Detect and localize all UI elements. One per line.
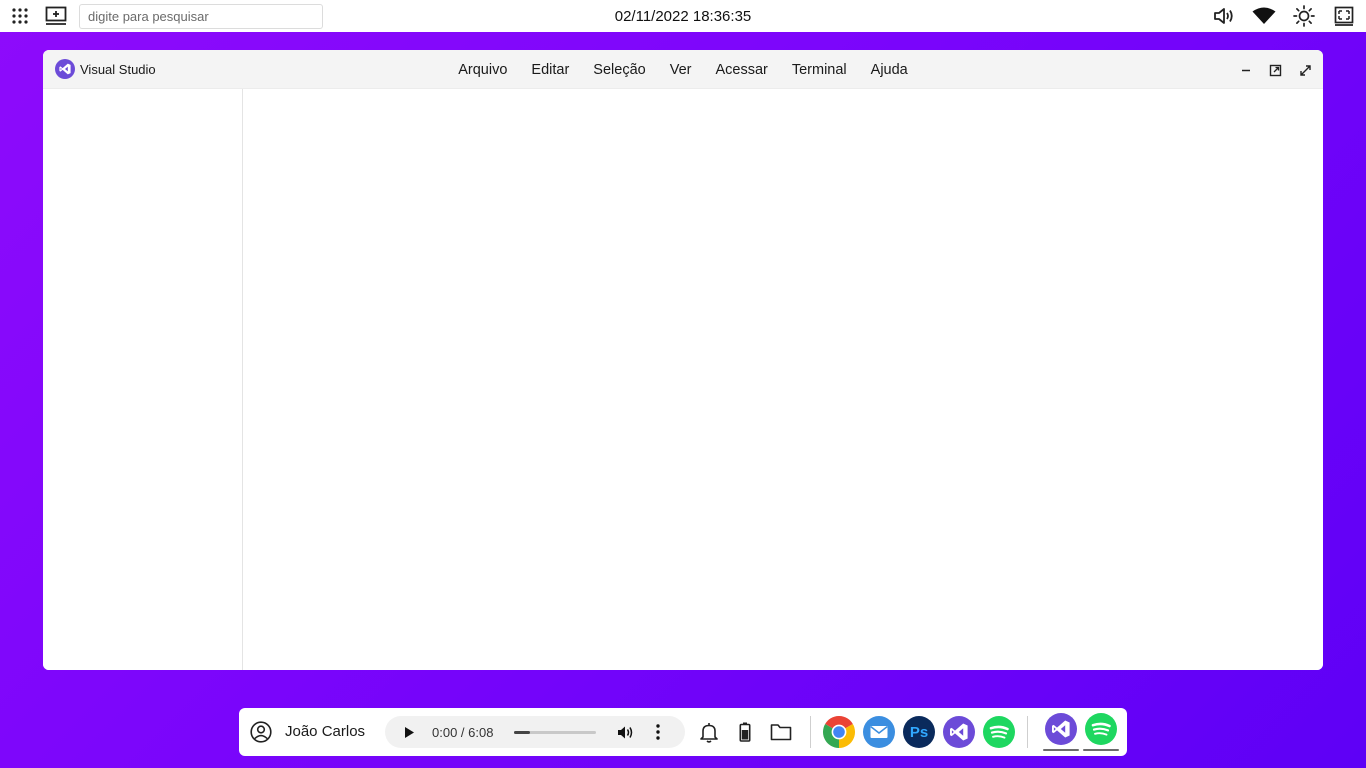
player-volume-icon[interactable]	[616, 723, 634, 741]
top-bar: 02/11/2022 18:36:35	[0, 0, 1366, 32]
progress-slider[interactable]	[514, 731, 596, 734]
menu-item-acessar[interactable]: Acessar	[703, 58, 779, 82]
folder-icon[interactable]	[769, 721, 793, 743]
minimize-icon[interactable]	[1237, 61, 1255, 79]
editor-area[interactable]	[244, 89, 1323, 670]
app-window: Visual Studio Arquivo Editar Seleção Ver…	[43, 50, 1323, 670]
visual-studio-dock-icon[interactable]	[943, 716, 975, 748]
user-icon[interactable]	[249, 720, 273, 744]
explorer-sidebar[interactable]	[43, 89, 243, 670]
running-indicator	[1083, 749, 1119, 751]
battery-icon[interactable]	[734, 721, 756, 743]
player-time: 0:00 / 6:08	[432, 725, 494, 740]
photoshop-badge: Ps	[903, 716, 935, 748]
photoshop-label: Ps	[909, 723, 929, 741]
user-name: João Carlos	[285, 723, 366, 740]
title-bar[interactable]: Visual Studio Arquivo Editar Seleção Ver…	[43, 50, 1323, 89]
menu-item-ver[interactable]: Ver	[658, 58, 704, 82]
menu-bar: Arquivo Editar Seleção Ver Acessar Termi…	[43, 50, 1323, 89]
window-title: Visual Studio	[80, 62, 156, 77]
more-options-icon[interactable]	[649, 723, 667, 741]
wifi-icon[interactable]	[1252, 4, 1276, 28]
search-input[interactable]	[79, 4, 323, 29]
photoshop-icon[interactable]: Ps	[903, 716, 935, 748]
running-indicator	[1043, 749, 1079, 751]
visual-studio-icon	[55, 59, 75, 79]
bell-icon[interactable]	[698, 721, 720, 743]
chrome-icon[interactable]	[823, 716, 855, 748]
desktop-icon[interactable]	[44, 4, 68, 28]
menu-item-terminal[interactable]: Terminal	[780, 58, 859, 82]
progress-fill	[514, 731, 530, 734]
play-icon[interactable]	[401, 724, 417, 740]
spotify-icon[interactable]	[983, 716, 1015, 748]
volume-icon[interactable]	[1212, 4, 1236, 28]
media-player: 0:00 / 6:08	[385, 716, 685, 748]
mail-icon[interactable]	[863, 716, 895, 748]
screen-icon[interactable]	[1332, 4, 1356, 28]
menu-item-arquivo[interactable]: Arquivo	[446, 58, 519, 82]
menu-item-selecao[interactable]: Seleção	[581, 58, 657, 82]
maximize-icon[interactable]	[1296, 61, 1314, 79]
dock-separator	[810, 716, 811, 748]
apps-grid-icon[interactable]	[8, 4, 32, 28]
menu-item-editar[interactable]: Editar	[519, 58, 581, 82]
dock-separator	[1027, 716, 1028, 748]
brightness-icon[interactable]	[1292, 4, 1316, 28]
running-spotify-icon[interactable]	[1083, 713, 1119, 751]
running-visual-studio-icon[interactable]	[1043, 713, 1079, 751]
dock: João Carlos 0:00 / 6:08 Ps	[239, 708, 1127, 756]
menu-item-ajuda[interactable]: Ajuda	[859, 58, 920, 82]
restore-icon[interactable]	[1266, 61, 1284, 79]
